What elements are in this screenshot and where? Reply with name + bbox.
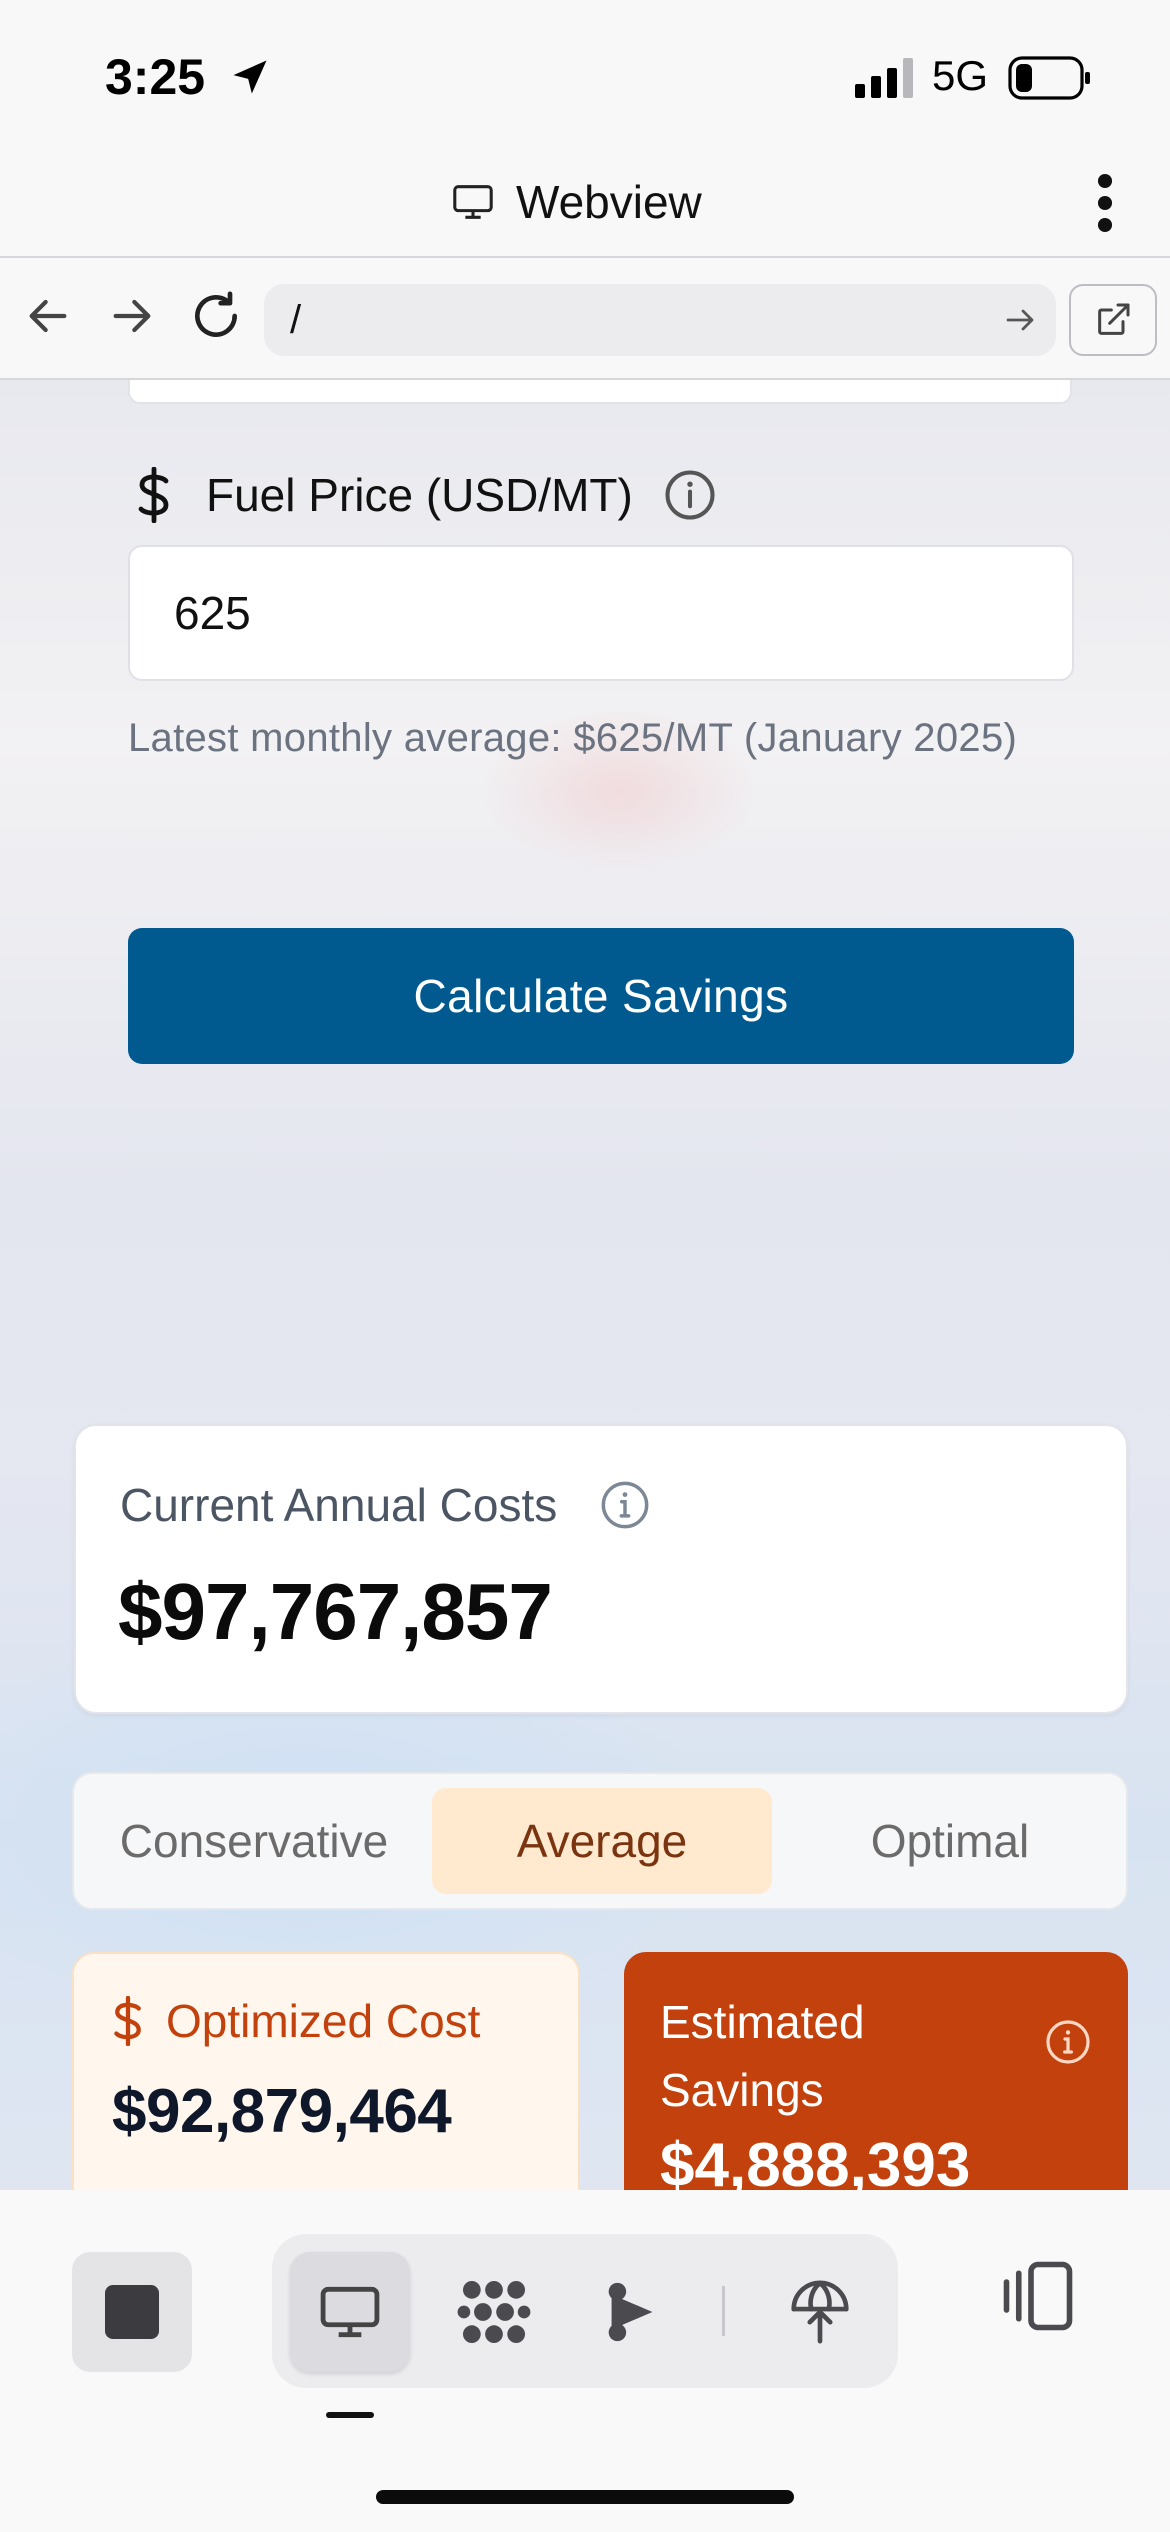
deploy-button[interactable] [760, 2252, 880, 2372]
tab-conservative[interactable]: Conservative [84, 1788, 424, 1894]
info-icon[interactable] [599, 1479, 651, 1531]
grid-dots-icon [457, 2280, 531, 2344]
open-external-button[interactable] [1069, 284, 1157, 356]
stop-button[interactable] [72, 2252, 192, 2372]
side-panel-icon[interactable] [996, 2254, 1080, 2338]
tab-optimal[interactable]: Optimal [780, 1788, 1120, 1894]
webview-mode-button[interactable] [290, 2252, 410, 2372]
fuel-price-hint: Latest monthly average: $625/MT (January… [128, 716, 1018, 760]
flow-mode-button[interactable] [572, 2252, 692, 2372]
forward-arrow-icon[interactable] [104, 288, 160, 344]
webview-title: Webview [450, 172, 702, 232]
calculator-content: Fuel Price (USD/MT) 625 Latest monthly a… [0, 380, 1170, 2190]
globe-upload-icon [791, 2280, 849, 2344]
scenario-tabs: Conservative Average Optimal [72, 1772, 1128, 1910]
home-indicator [376, 2490, 794, 2504]
fuel-price-label: Fuel Price (USD/MT) [206, 469, 633, 521]
fuel-price-label-row: Fuel Price (USD/MT) [130, 460, 717, 530]
location-arrow-icon [233, 60, 267, 94]
bottom-toolbar [0, 2190, 1170, 2532]
webview-title-bar: Webview [0, 150, 1170, 258]
current-costs-value: $97,767,857 [118, 1567, 553, 1656]
current-annual-costs-card: Current Annual Costs $97,767,857 [74, 1424, 1128, 1714]
status-time: 3:25 [105, 49, 206, 105]
dollar-icon [114, 1996, 141, 2046]
view-mode-group [272, 2234, 898, 2388]
reload-icon[interactable] [188, 288, 244, 344]
previous-input-field[interactable] [128, 380, 1072, 404]
monitor-icon [453, 185, 493, 219]
fuel-price-input[interactable]: 625 [128, 545, 1074, 681]
url-bar: / [0, 258, 1170, 380]
optimized-cost-title-row: Optimized Cost [110, 1994, 480, 2048]
status-bar: 3:25 5G [0, 0, 1170, 150]
tab-average[interactable]: Average [432, 1788, 772, 1894]
estimated-savings-title: Estimated Savings [660, 1996, 865, 2116]
dollar-icon [138, 467, 169, 523]
url-input[interactable]: / [264, 284, 1056, 356]
back-arrow-icon[interactable] [20, 288, 76, 344]
toolbar-separator [722, 2286, 725, 2336]
info-icon[interactable] [1044, 2018, 1092, 2066]
external-link-icon [1098, 303, 1130, 335]
current-costs-title: Current Annual Costs [120, 1479, 558, 1531]
optimized-cost-title: Optimized Cost [166, 1995, 481, 2047]
active-tab-indicator [326, 2412, 374, 2418]
webview-title-text: Webview [516, 176, 702, 228]
battery-icon [1008, 56, 1090, 100]
stop-icon [105, 2285, 159, 2339]
estimated-savings-card: Estimated Savings $4,888,393 [624, 1952, 1128, 2190]
optimized-cost-card: Optimized Cost $92,879,464 [72, 1952, 580, 2190]
estimated-savings-value: $4,888,393 [660, 2131, 971, 2190]
url-text: / [290, 297, 302, 342]
calculate-savings-button[interactable]: Calculate Savings [128, 928, 1074, 1064]
network-label: 5G [932, 52, 989, 99]
optimized-cost-value: $92,879,464 [112, 2077, 452, 2146]
signal-icon [855, 58, 913, 98]
current-costs-title-row: Current Annual Costs [120, 1478, 651, 1532]
info-icon[interactable] [663, 468, 717, 522]
grid-mode-button[interactable] [434, 2252, 554, 2372]
monitor-icon [320, 2286, 380, 2338]
more-vertical-icon[interactable] [1085, 170, 1125, 236]
go-arrow-icon[interactable] [1002, 302, 1038, 338]
share-nodes-icon [608, 2282, 653, 2342]
